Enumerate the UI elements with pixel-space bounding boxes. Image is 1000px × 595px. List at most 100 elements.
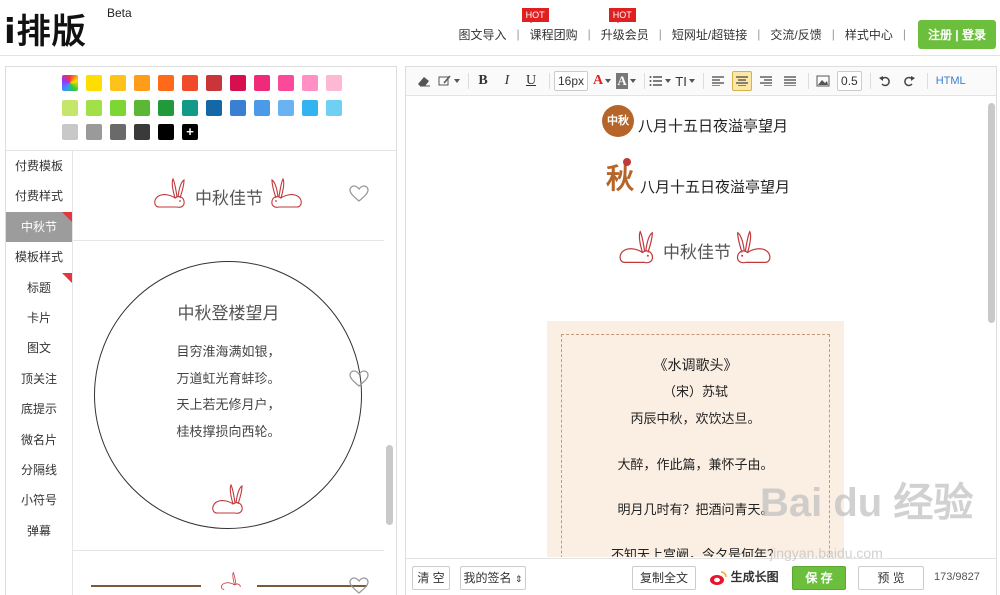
text-size-button[interactable]: TI — [675, 71, 695, 91]
category-item[interactable]: 卡片 — [6, 303, 72, 333]
color-swatch[interactable] — [206, 75, 222, 91]
category-item[interactable]: 弹幕 — [6, 516, 72, 546]
color-swatch[interactable] — [86, 75, 102, 91]
category-item[interactable]: 小符号 — [6, 485, 72, 515]
poem-line: 大醉，作此篇，兼怀子由。 — [617, 457, 774, 472]
preview-button[interactable]: 预 览 — [858, 566, 924, 590]
redo-icon[interactable] — [899, 71, 919, 91]
poem-author: （宋）苏轼 — [662, 384, 728, 399]
line-height-input[interactable]: 0.5 — [837, 71, 862, 91]
nav-item-upgrade[interactable]: HOT 升级会员 — [591, 7, 659, 43]
color-swatch[interactable] — [182, 75, 198, 91]
top-nav: 图文导入 | HOT 课程团购 | HOT 升级会员 | 短网址/超链接 | 交流/… — [448, 7, 1000, 49]
template-card[interactable]: 中秋登楼望月 目穷淮海满如银， 万道虹光育蚌珍。 天上若无修月户， 桂枝撑损向西… — [73, 241, 384, 551]
color-swatch[interactable] — [110, 75, 126, 91]
autumn-glyph: 秋 — [605, 162, 634, 195]
color-swatch[interactable] — [206, 100, 222, 116]
login-button[interactable]: 注册 | 登录 — [917, 19, 996, 49]
color-swatch[interactable] — [254, 75, 270, 91]
category-item[interactable]: 分隔线 — [6, 455, 72, 485]
signature-select[interactable]: 我的签名 ⇕ — [460, 566, 526, 590]
color-swatch[interactable] — [278, 100, 294, 116]
font-size-select[interactable]: 16px — [554, 71, 589, 91]
color-swatch[interactable] — [86, 100, 102, 116]
editor-scrollbar[interactable] — [988, 103, 995, 323]
color-swatch[interactable] — [326, 75, 342, 91]
color-swatch[interactable] — [230, 100, 246, 116]
color-swatch[interactable] — [110, 124, 126, 140]
undo-icon[interactable] — [875, 71, 895, 91]
toolbar-separator — [549, 73, 550, 89]
toolbar-separator — [644, 73, 646, 89]
category-item[interactable]: 模板样式 — [6, 242, 72, 272]
color-swatch[interactable] — [86, 124, 102, 140]
category-item[interactable]: 底提示 — [6, 394, 72, 424]
toolbar-separator — [808, 73, 810, 89]
long-image-button[interactable]: 生成长图 — [706, 566, 782, 590]
color-swatch[interactable] — [158, 75, 174, 91]
heart-icon[interactable] — [349, 185, 369, 203]
align-justify-icon[interactable] — [780, 71, 800, 91]
nav-item-import[interactable]: 图文导入 — [448, 26, 516, 43]
category-item[interactable]: 付费样式 — [6, 181, 72, 211]
color-palette: + — [6, 67, 396, 151]
underline-button[interactable]: U — [521, 71, 541, 91]
template-card[interactable] — [73, 551, 384, 595]
color-swatch[interactable] — [110, 100, 126, 116]
template-card[interactable]: 中秋佳节 — [73, 151, 384, 241]
beta-label: Beta — [107, 6, 132, 20]
font-color-button[interactable]: A — [592, 71, 612, 91]
format-brush-icon[interactable] — [438, 71, 460, 91]
italic-button[interactable]: I — [497, 71, 517, 91]
category-item[interactable]: 标题 — [6, 272, 72, 303]
copy-all-button[interactable]: 复制全文 — [632, 566, 696, 590]
poem-frame: 《水调歌头》 （宋）苏轼 丙辰中秋，欢饮达旦。 大醉，作此篇，兼怀子由。 明月几… — [561, 334, 830, 557]
color-swatch[interactable] — [134, 124, 150, 140]
html-button[interactable]: HTML — [936, 71, 966, 91]
color-swatch[interactable] — [326, 100, 342, 116]
list-icon[interactable] — [649, 71, 672, 91]
nav-item-feedback[interactable]: 交流/反馈 — [760, 26, 831, 43]
color-swatch[interactable] — [278, 75, 294, 91]
custom-color-swatch[interactable] — [62, 75, 78, 91]
clear-button[interactable]: 清 空 — [412, 566, 450, 590]
nav-item-courses[interactable]: HOT 课程团购 — [520, 7, 588, 43]
heart-icon[interactable] — [349, 577, 369, 595]
color-swatch[interactable] — [158, 124, 174, 140]
palette-row: + — [62, 124, 206, 140]
color-swatch[interactable] — [134, 75, 150, 91]
poem-line: 丙辰中秋，欢饮达旦。 — [630, 411, 761, 426]
nav-item-shortlink[interactable]: 短网址/超链接 — [662, 26, 757, 43]
color-swatch[interactable] — [230, 75, 246, 91]
color-swatch[interactable] — [62, 124, 78, 140]
color-swatch[interactable] — [182, 100, 198, 116]
template-title: 中秋登楼望月 — [177, 304, 280, 323]
save-button[interactable]: 保 存 — [792, 566, 846, 590]
mid-autumn-badge: 中秋 — [602, 105, 634, 137]
category-item[interactable]: 图文 — [6, 333, 72, 363]
color-swatch[interactable] — [62, 100, 78, 116]
heart-icon[interactable] — [349, 370, 369, 388]
category-item[interactable]: 微名片 — [6, 425, 72, 455]
color-swatch[interactable] — [302, 100, 318, 116]
template-scrollbar[interactable] — [386, 445, 393, 525]
editor-content[interactable]: 中秋 八月十五日夜溢亭望月 秋 八月十五日夜溢亭望月 中秋佳节 《水调歌头》 （… — [406, 97, 988, 557]
bold-button[interactable]: B — [473, 71, 493, 91]
color-swatch[interactable] — [302, 75, 318, 91]
bg-color-button[interactable]: A — [616, 71, 636, 91]
image-icon[interactable] — [813, 71, 833, 91]
category-item[interactable]: 顶关注 — [6, 364, 72, 394]
align-center-icon[interactable] — [732, 71, 753, 91]
color-swatch[interactable] — [254, 100, 270, 116]
align-left-icon[interactable] — [708, 71, 728, 91]
eraser-icon[interactable] — [414, 71, 434, 91]
color-swatch[interactable] — [158, 100, 174, 116]
nav-item-style-center[interactable]: 样式中心 — [835, 26, 903, 43]
category-item[interactable]: 中秋节 — [6, 211, 72, 243]
festival-title: 中秋佳节 — [663, 243, 731, 262]
category-item[interactable]: 付费模板 — [6, 151, 72, 181]
color-swatch[interactable] — [134, 100, 150, 116]
add-color-button[interactable]: + — [182, 124, 198, 140]
logo[interactable]: i排版 — [4, 4, 87, 53]
align-right-icon[interactable] — [756, 71, 776, 91]
